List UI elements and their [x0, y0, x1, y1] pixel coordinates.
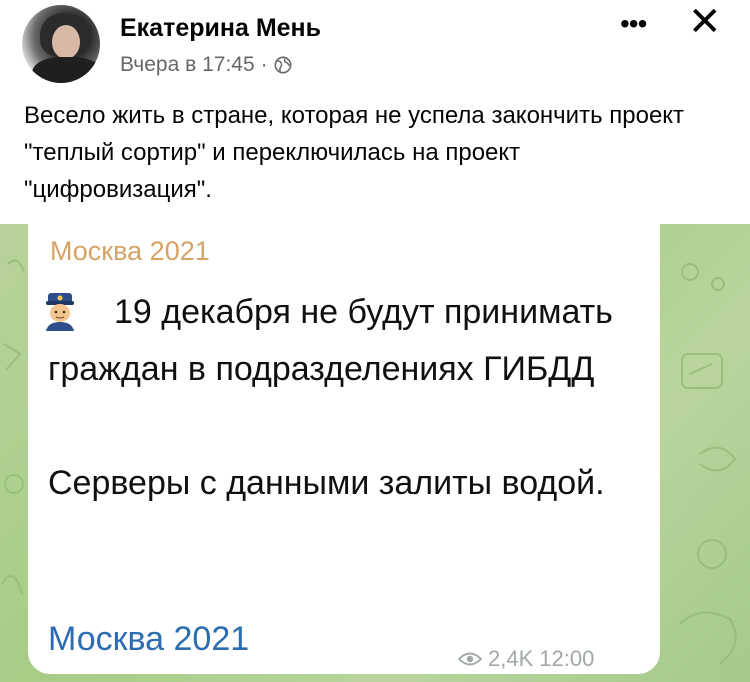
author-name[interactable]: Екатерина Мень	[120, 14, 321, 43]
post-meta: Вчера в 17:45 ·	[120, 53, 292, 77]
eye-icon	[458, 652, 482, 666]
message-stats: 2,4K 12:00	[458, 646, 594, 672]
channel-name[interactable]: Москва 2021	[50, 236, 210, 267]
avatar-face	[52, 25, 80, 59]
globe-icon[interactable]	[274, 56, 292, 74]
message-text: 19 декабря не будут принимать граждан в …	[48, 284, 648, 512]
avatar-body	[32, 57, 100, 83]
author-avatar[interactable]	[22, 5, 100, 83]
meta-separator: ·	[260, 53, 268, 76]
message-line-1: 19 декабря не будут принимать граждан в …	[48, 293, 613, 388]
channel-link[interactable]: Москва 2021	[48, 620, 249, 659]
more-options-icon[interactable]: •••	[620, 8, 647, 40]
close-icon[interactable]: ✕	[688, 2, 722, 42]
message-time: 12:00	[539, 646, 595, 671]
views-count: 2,4K	[488, 646, 534, 671]
post-time[interactable]: Вчера в 17:45	[120, 53, 255, 77]
message-line-2: Серверы с данными залиты водой.	[48, 464, 605, 502]
post-text: Весело жить в стране, которая не успела …	[24, 102, 685, 203]
